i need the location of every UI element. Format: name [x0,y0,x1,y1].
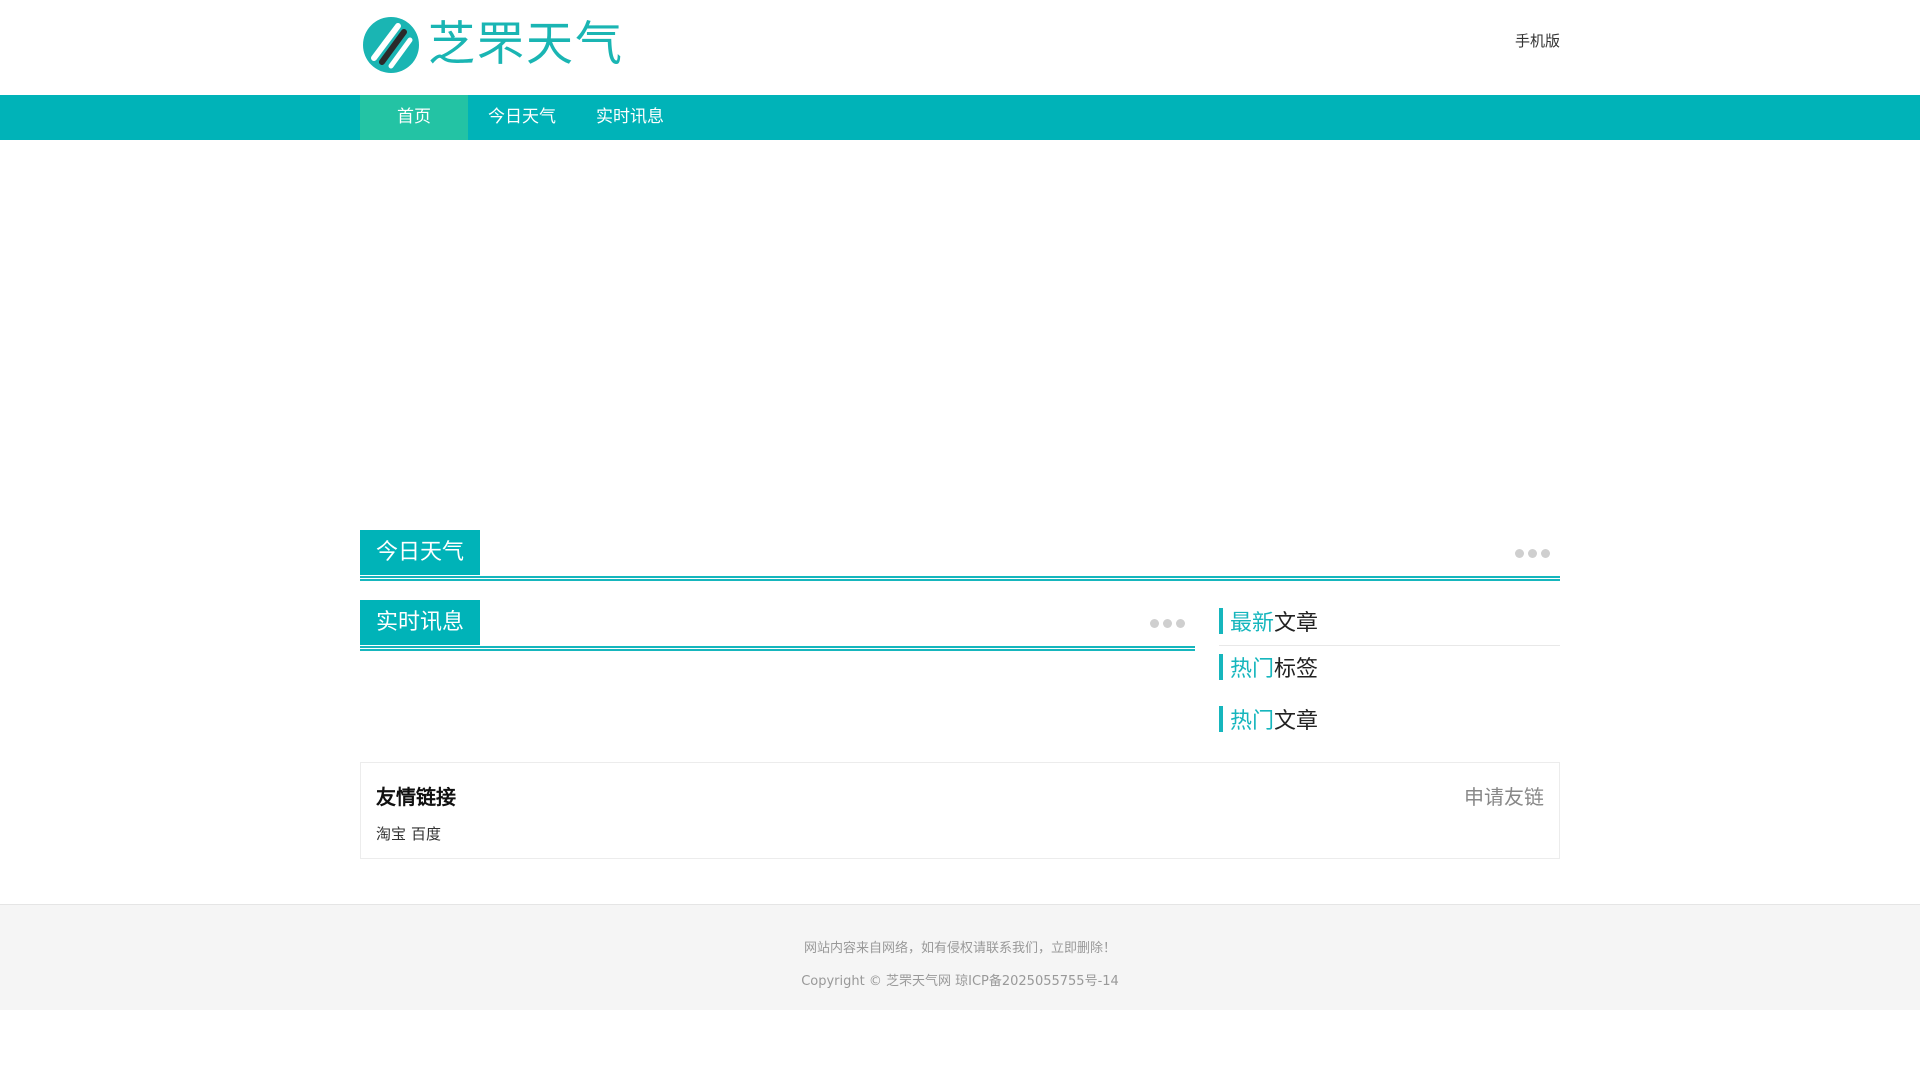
nav-item-home[interactable]: 首页 [360,95,468,140]
site-footer: 网站内容来自网络，如有侵权请联系我们，立即删除！ Copyright © 芝罘天… [0,904,1920,1010]
nav-item-realtime-news[interactable]: 实时讯息 [576,95,684,140]
news-title: 实时讯息 [360,600,481,645]
news-section-header: 实时讯息 [360,600,1195,651]
friend-links-list: 淘宝 百度 [376,823,441,844]
latest-articles-title-highlight: 最新 [1230,611,1275,636]
mobile-version-link[interactable]: 手机版 [1515,30,1560,51]
hot-tags-title-highlight: 热门 [1230,657,1275,682]
hot-articles-block: 热门 文章 [1219,692,1560,734]
site-logo[interactable]: 芝罘天气 [360,14,624,76]
friend-links-box: 友情链接 申请友链 淘宝 百度 [360,762,1560,859]
footer-disclaimer: 网站内容来自网络，如有侵权请联系我们，立即删除！ [803,941,1116,956]
today-weather-section-header: 今日天气 [360,530,1560,581]
latest-articles-block: 最新 文章 [1219,600,1560,646]
hot-tags-block: 热门 标签 [1219,646,1560,692]
site-header: 芝罘天气 手机版 [0,0,1920,95]
sidebar: 最新 文章 热门 标签 热门 文章 [1219,600,1560,734]
main-column: 实时讯息 [360,600,1195,732]
more-dots-icon[interactable] [1150,619,1185,628]
content-wrap: 今日天气 实时讯息 最新 文章 热门 标签 热门 文章 友情链接 申请友链 淘宝… [360,530,1560,859]
footer-copyright: Copyright © 芝罘天气网 琼ICP备2025055755号-14 [801,974,1119,989]
nav-item-today-weather[interactable]: 今日天气 [468,95,576,140]
friend-link-baidu[interactable]: 百度 [411,823,441,844]
latest-articles-title: 最新 文章 [1219,608,1560,636]
logo-icon [363,17,419,73]
friend-links-title: 友情链接 [376,785,456,809]
banner-area [0,140,1920,530]
today-weather-title: 今日天气 [360,530,481,575]
apply-friend-link-button[interactable]: 申请友链 [1464,781,1544,810]
hot-articles-title-rest: 文章 [1274,709,1319,734]
content-row: 实时讯息 最新 文章 热门 标签 热门 文章 [360,600,1560,734]
latest-articles-title-rest: 文章 [1274,611,1319,636]
logo-text: 芝罘天气 [428,17,624,72]
hot-articles-title-highlight: 热门 [1230,709,1275,734]
hot-tags-title-rest: 标签 [1274,657,1319,682]
more-dots-icon[interactable] [1515,549,1550,558]
friend-link-taobao[interactable]: 淘宝 [376,823,406,844]
main-nav: 首页 今日天气 实时讯息 [0,95,1920,140]
hot-articles-title: 热门 文章 [1219,706,1560,734]
hot-tags-title: 热门 标签 [1219,654,1560,682]
